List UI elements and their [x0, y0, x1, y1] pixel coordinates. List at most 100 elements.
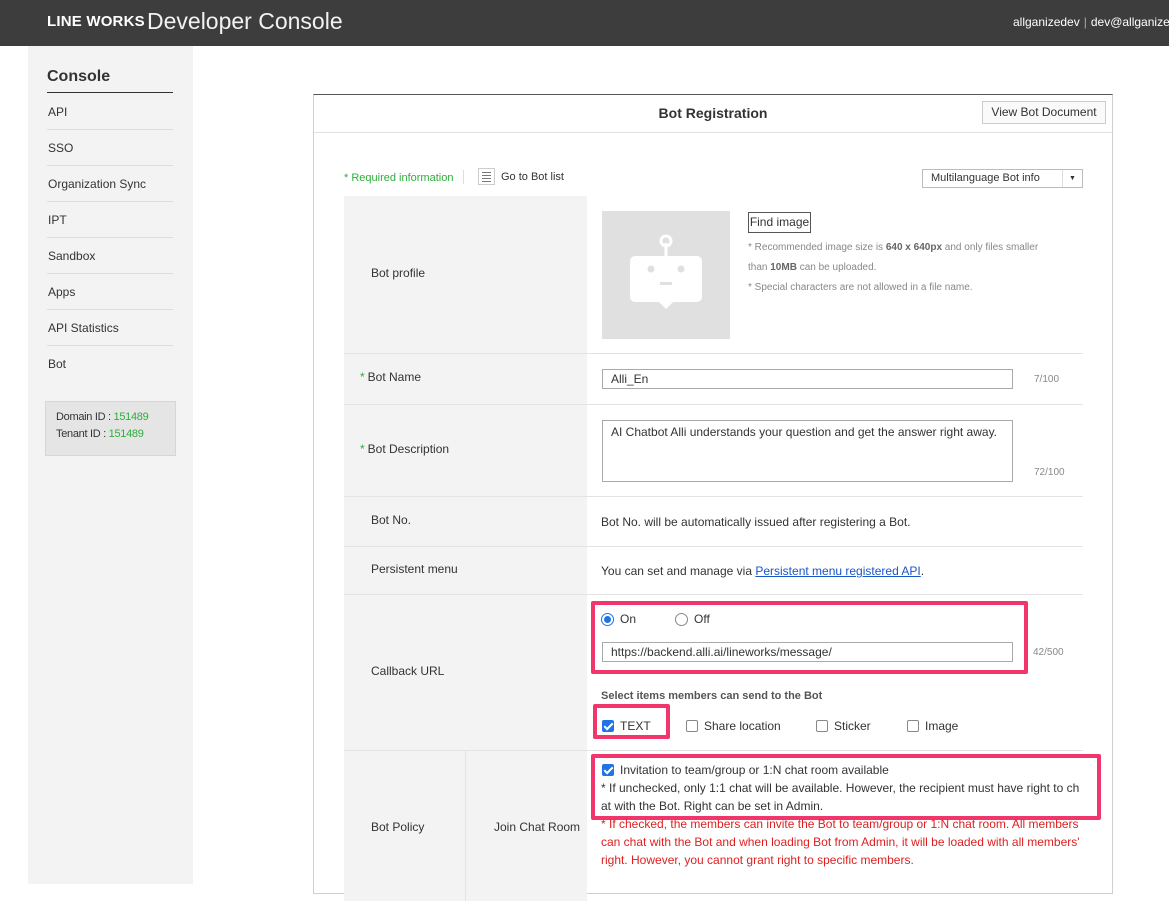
bot-no-label-cell: Bot No. [344, 497, 587, 546]
hint-1-pre: * Recommended image size is [748, 242, 886, 253]
domain-id-value: 151489 [113, 411, 149, 423]
bot-name-label-text: Bot Name [367, 370, 422, 384]
bot-name-value-cell: Alli_En 7/100 [587, 354, 1083, 404]
persistent-menu-api-link[interactable]: Persistent menu registered API [755, 564, 920, 578]
invitation-checkbox[interactable]: Invitation to team/group or 1:N chat roo… [602, 763, 889, 777]
bot-policy-row: Bot Policy Join Chat Room Invitation to … [344, 751, 1101, 901]
top-bar: LINE WORKS Developer Console allganizede… [0, 0, 1169, 46]
bot-description-label: * Bot Description [360, 442, 449, 456]
tenant-id-row: Tenant ID : 151489 [56, 428, 175, 445]
bot-name-counter: 7/100 [1034, 374, 1060, 385]
persistent-menu-value-cell: You can set and manage via Persistent me… [587, 547, 1083, 594]
card-header: Bot Registration View Bot Document [314, 95, 1112, 133]
sidebar: Console API SSO Organization Sync IPT Sa… [28, 46, 193, 884]
account-separator: | [1083, 15, 1087, 29]
sidebar-item-api-statistics[interactable]: API Statistics [47, 310, 173, 346]
bot-description-label-cell: * Bot Description [344, 405, 587, 496]
bot-name-input[interactable]: Alli_En [602, 369, 1013, 389]
bot-policy-value-cell: Invitation to team/group or 1:N chat roo… [587, 751, 1101, 901]
multilanguage-select-value: Multilanguage Bot info [931, 172, 1040, 184]
item-image-checkbox[interactable]: Image [907, 719, 958, 733]
hint-2-pre: than [748, 262, 771, 273]
checkbox-unchecked-icon [907, 720, 919, 732]
required-info-note: * Required information [344, 172, 454, 184]
sidebar-item-ipt[interactable]: IPT [47, 202, 173, 238]
callback-url-label: Callback URL [371, 664, 445, 678]
item-share-location-checkbox[interactable]: Share location [686, 719, 781, 733]
bot-description-value-cell: AI Chatbot Alli understands your questio… [587, 405, 1083, 496]
multilanguage-select[interactable]: Multilanguage Bot info ▼ [922, 169, 1083, 188]
callback-url-value-cell: On Off https://backend.alli.ai/lineworks… [587, 595, 1083, 750]
domain-id-row: Domain ID : 151489 [56, 411, 175, 428]
console-title[interactable]: Developer Console [147, 8, 343, 35]
find-image-button[interactable]: Find image [748, 212, 811, 233]
sidebar-item-sso[interactable]: SSO [47, 130, 173, 166]
bot-description-counter: 72/100 [1034, 467, 1065, 478]
callback-highlight-box [591, 601, 1028, 674]
list-icon [478, 168, 495, 185]
item-image-label: Image [925, 719, 959, 733]
view-bot-document-button[interactable]: View Bot Document [982, 101, 1106, 124]
item-sticker-label: Sticker [834, 719, 871, 733]
sidebar-menu: API SSO Organization Sync IPT Sandbox Ap… [47, 94, 173, 382]
join-chat-room-label-cell: Join Chat Room [465, 751, 587, 901]
account-info[interactable]: allganizedev | dev@allganize [1013, 15, 1169, 29]
item-sticker-checkbox[interactable]: Sticker [816, 719, 871, 733]
sidebar-item-apps[interactable]: Apps [47, 274, 173, 310]
go-to-bot-list-label: Go to Bot list [501, 170, 564, 183]
bot-no-value-cell: Bot No. will be automatically issued aft… [587, 497, 1083, 546]
bot-description-label-text: Bot Description [367, 442, 450, 456]
hint-1-post: and only files smaller [942, 242, 1039, 253]
callback-url-label-cell: Callback URL [344, 595, 587, 750]
hint-2-post: can be uploaded. [796, 262, 877, 273]
hint-1-size: 640 x 640px [885, 242, 943, 253]
bot-profile-image [602, 211, 730, 339]
bot-policy-label-cell: Bot Policy [344, 751, 465, 901]
checkbox-checked-icon [602, 764, 614, 776]
checkbox-unchecked-icon [686, 720, 698, 732]
bot-no-label: Bot No. [371, 513, 412, 527]
bot-profile-label: Bot profile [371, 266, 426, 280]
text-item-highlight-box [593, 704, 670, 739]
domain-id-label: Domain ID : [56, 411, 114, 423]
divider [463, 170, 464, 184]
bot-registration-card: Bot Registration View Bot Document * Req… [313, 94, 1113, 901]
file-size-hint: than 10MB can be uploaded. [748, 262, 876, 273]
sidebar-item-bot[interactable]: Bot [47, 346, 173, 382]
account-user: allganizedev [1013, 15, 1080, 29]
image-size-hint: * Recommended image size is 640 x 640px … [748, 242, 1038, 253]
sidebar-item-api[interactable]: API [47, 94, 173, 130]
bot-profile-row: Bot profile Find image * Recommended ima… [344, 196, 1083, 354]
bot-avatar-icon [630, 234, 702, 309]
unchecked-note-line-2: at with the Bot. Right can be set in Adm… [601, 799, 824, 813]
persistent-menu-label-cell: Persistent menu [344, 547, 587, 594]
account-email: dev@allganize [1090, 15, 1169, 29]
domain-info-box: Domain ID : 151489 Tenant ID : 151489 [45, 401, 176, 456]
checked-warning-line-3: right. However, you cannot grant right t… [601, 853, 914, 867]
callback-url-counter: 42/500 [1033, 647, 1064, 658]
sidebar-item-sandbox[interactable]: Sandbox [47, 238, 173, 274]
sidebar-title: Console [47, 68, 173, 93]
bot-no-row: Bot No. Bot No. will be automatically is… [344, 497, 1083, 547]
unchecked-note-line-1: * If unchecked, only 1:1 chat will be av… [601, 781, 1080, 795]
chevron-down-icon: ▼ [1062, 170, 1082, 187]
checked-warning-line-2: can chat with the Bot and when loading B… [601, 835, 1080, 849]
bot-name-label: * Bot Name [360, 370, 421, 384]
join-chat-room-label: Join Chat Room [494, 820, 581, 834]
persistent-menu-text-pre: You can set and manage via [601, 564, 756, 578]
persistent-menu-label: Persistent menu [371, 562, 458, 576]
brand-logo[interactable]: LINE WORKS [47, 13, 145, 30]
required-marker: * [360, 370, 365, 384]
bot-profile-value-cell: Find image * Recommended image size is 6… [587, 196, 1083, 353]
go-to-bot-list-link[interactable]: Go to Bot list [478, 168, 564, 185]
bot-description-textarea[interactable]: AI Chatbot Alli understands your questio… [602, 420, 1013, 482]
invitation-checkbox-label: Invitation to team/group or 1:N chat roo… [620, 763, 889, 777]
sidebar-item-organization-sync[interactable]: Organization Sync [47, 166, 173, 202]
required-marker: * [360, 442, 365, 456]
bot-policy-label: Bot Policy [371, 820, 425, 834]
bot-description-row: * Bot Description AI Chatbot Alli underst… [344, 405, 1083, 497]
bot-name-row: * Bot Name Alli_En 7/100 [344, 354, 1083, 405]
bot-no-text: Bot No. will be automatically issued aft… [601, 515, 911, 529]
item-share-location-label: Share location [704, 719, 781, 733]
checkbox-unchecked-icon [816, 720, 828, 732]
